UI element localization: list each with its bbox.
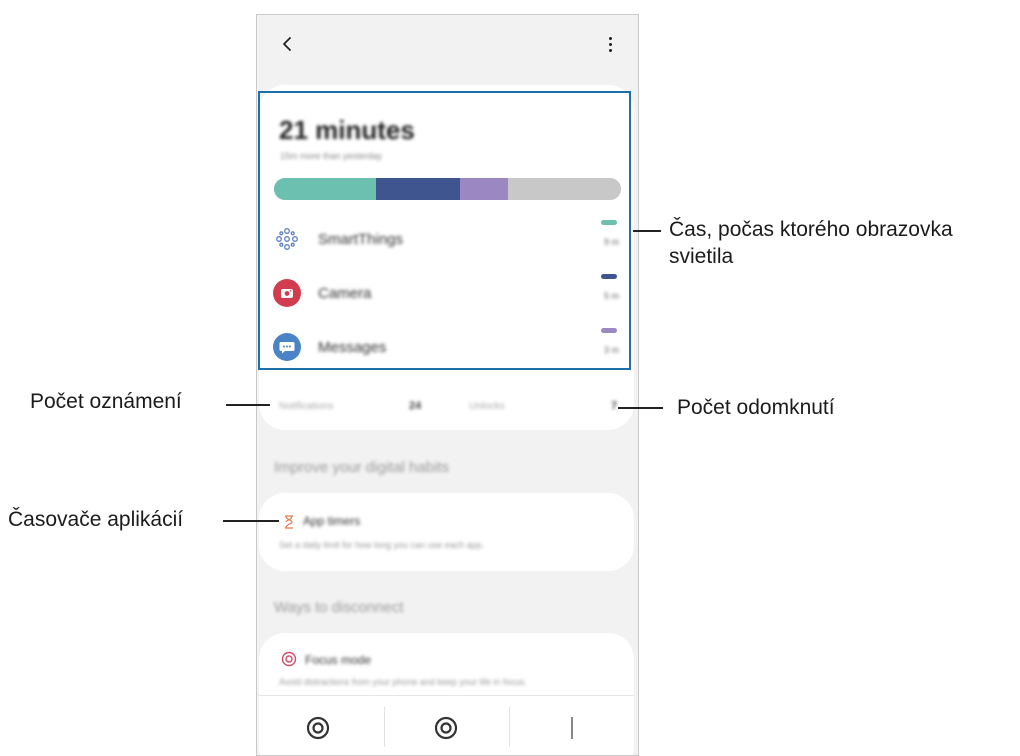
- focus-mode-card[interactable]: Focus mode Avoid distractions from your …: [259, 633, 634, 755]
- divider: [259, 695, 634, 696]
- app-timers-description: Set a daily limit for how long you can u…: [279, 540, 485, 550]
- back-button[interactable]: [275, 29, 299, 59]
- callout-line-unlocks: [618, 407, 663, 409]
- callout-line-screen-time: [633, 230, 661, 232]
- callout-screen-time: Čas, počas ktorého obrazovka svietila: [669, 218, 953, 268]
- divider: [509, 707, 510, 747]
- add-focus-mode-icon[interactable]: [565, 715, 579, 746]
- focus-mode-title: Focus mode: [305, 653, 372, 667]
- stats-row: Notifications 24 Unlocks 7: [273, 395, 623, 419]
- divider: [384, 707, 385, 747]
- callout-notifications: Počet oznámení: [30, 390, 182, 413]
- app-timers-title: App timers: [303, 514, 361, 528]
- unlocks-label: Unlocks: [469, 401, 505, 412]
- callout-line-app-timers: [223, 520, 279, 522]
- focus-target-icon: [281, 651, 297, 672]
- disconnect-section-title: Ways to disconnect: [274, 599, 404, 616]
- more-options-button[interactable]: [604, 29, 618, 59]
- screen-time-highlight: [258, 91, 631, 370]
- habits-section-title: Improve your digital habits: [274, 459, 450, 476]
- callout-app-timers: Časovače aplikácií: [8, 508, 184, 531]
- focus-mode-description: Avoid distractions from your phone and k…: [279, 677, 527, 687]
- focus-option-exercise-icon[interactable]: [433, 715, 459, 746]
- hourglass-icon: [283, 515, 295, 534]
- chevron-left-icon: [283, 37, 291, 51]
- notifications-label: Notifications: [279, 401, 334, 412]
- focus-option-work-icon[interactable]: [305, 715, 331, 746]
- callout-unlocks: Počet odomknutí: [677, 396, 835, 419]
- app-timers-card[interactable]: App timers Set a daily limit for how lon…: [259, 493, 634, 571]
- callout-line-notifications: [226, 404, 270, 406]
- notifications-count: 24: [409, 400, 422, 412]
- top-app-bar: [257, 15, 638, 77]
- unlocks-count: 7: [611, 400, 618, 412]
